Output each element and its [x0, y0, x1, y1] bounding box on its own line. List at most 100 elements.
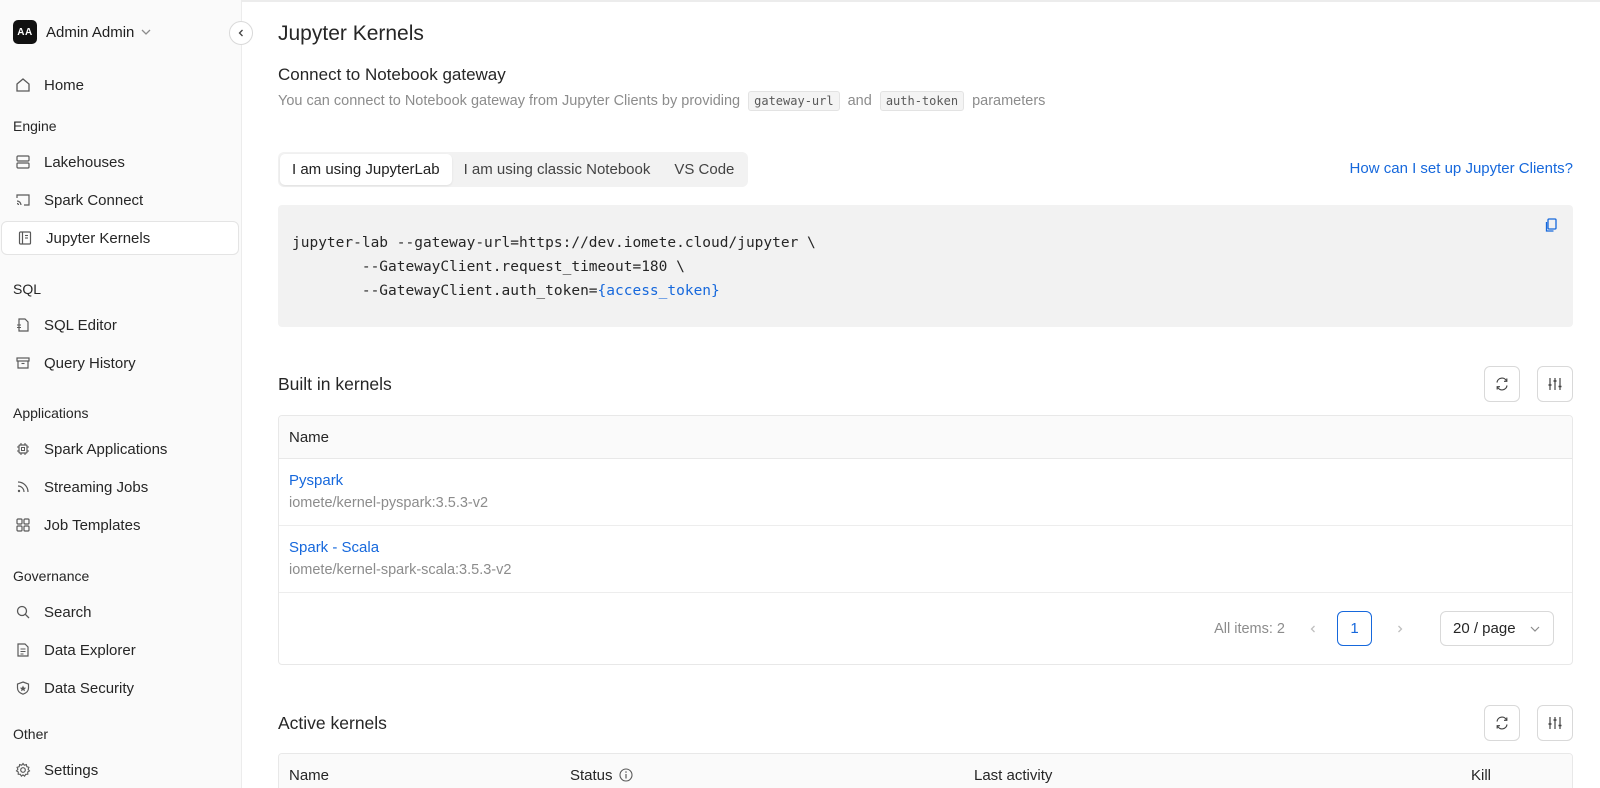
column-header-status: Status: [560, 767, 964, 784]
page-size-value: 20 / page: [1453, 620, 1516, 637]
sidebar-item-label: Jupyter Kernels: [46, 229, 151, 247]
document-icon: [14, 641, 32, 659]
sidebar-item-spark-applications[interactable]: Spark Applications: [0, 432, 238, 466]
column-header-last-activity: Last activity: [974, 766, 1053, 784]
section-engine: Engine: [13, 118, 57, 134]
sidebar-item-data-explorer[interactable]: Data Explorer: [0, 633, 238, 667]
sidebar-item-settings[interactable]: Settings: [0, 753, 238, 787]
active-kernels-table: Name Status Last activity Kill: [278, 753, 1573, 788]
sidebar-item-query-history[interactable]: Query History: [0, 346, 238, 380]
collapse-sidebar-button[interactable]: [229, 21, 253, 45]
grid-icon: [14, 516, 32, 534]
server-icon: [14, 153, 32, 171]
sidebar-item-sql-editor[interactable]: SQL Editor: [0, 308, 238, 342]
refresh-button[interactable]: [1484, 705, 1520, 741]
table-header: Name Status Last activity Kill: [279, 754, 1572, 788]
sidebar-item-lakehouses[interactable]: Lakehouses: [0, 145, 238, 179]
section-other: Other: [13, 726, 49, 742]
sidebar-item-label: Spark Connect: [44, 191, 144, 209]
total-items: All items: 2: [1214, 620, 1285, 637]
chevron-down-icon: [1530, 626, 1540, 632]
kernel-image: iomete/kernel-spark-scala:3.5.3-v2: [289, 562, 512, 578]
code-snippet: jupyter-lab --gateway-url=https://dev.io…: [278, 205, 1573, 327]
kernel-name-link[interactable]: Pyspark: [289, 470, 1572, 492]
built-in-kernels-title: Built in kernels: [278, 374, 392, 394]
prev-page-button[interactable]: [1297, 613, 1329, 645]
notebook-icon: [16, 229, 34, 247]
shield-icon: [14, 679, 32, 697]
sidebar-item-label: Job Templates: [44, 516, 141, 534]
cast-icon: [14, 191, 32, 209]
gear-icon: [14, 761, 32, 779]
sidebar-item-streaming-jobs[interactable]: Streaming Jobs: [0, 470, 238, 504]
gateway-description: You can connect to Notebook gateway from…: [278, 91, 1045, 111]
table-row: Pyspark iomete/kernel-pyspark:3.5.3-v2: [279, 459, 1572, 526]
code-line: jupyter-lab --gateway-url=https://dev.io…: [292, 235, 816, 251]
sidebar-item-label: Spark Applications: [44, 440, 168, 458]
client-tabs: I am using JupyterLab I am using classic…: [278, 152, 749, 187]
chevron-right-icon: [1398, 625, 1403, 632]
active-kernels-title: Active kernels: [278, 713, 387, 733]
column-header-kill: Kill: [1471, 766, 1492, 784]
refresh-icon: [1496, 716, 1508, 730]
sidebar-item-home[interactable]: Home: [0, 68, 238, 102]
sliders-icon: [1548, 717, 1562, 729]
page-number-button[interactable]: 1: [1337, 611, 1372, 646]
section-applications: Applications: [13, 405, 89, 421]
sidebar: AA Admin Admin Home Engine Lakehouses Sp…: [0, 0, 242, 788]
user-menu[interactable]: AA Admin Admin: [13, 20, 152, 44]
column-settings-button[interactable]: [1537, 366, 1573, 402]
code-line: --GatewayClient.auth_token=: [292, 283, 598, 299]
desc-and: and: [847, 93, 872, 109]
tab-jupyterlab[interactable]: I am using JupyterLab: [280, 154, 452, 185]
sidebar-item-label: Query History: [44, 354, 136, 372]
built-in-kernels-table: Name Pyspark iomete/kernel-pyspark:3.5.3…: [278, 415, 1573, 665]
top-divider: [242, 0, 1600, 2]
column-settings-button[interactable]: [1537, 705, 1573, 741]
rss-icon: [14, 478, 32, 496]
desc-prefix: You can connect to Notebook gateway from…: [278, 93, 741, 109]
sidebar-item-label: Data Security: [44, 679, 135, 697]
sidebar-item-label: Data Explorer: [44, 641, 136, 659]
search-icon: [14, 603, 32, 621]
sidebar-item-jupyter-kernels[interactable]: Jupyter Kernels: [1, 221, 239, 255]
tab-classic-notebook[interactable]: I am using classic Notebook: [452, 154, 663, 185]
avatar: AA: [13, 20, 37, 44]
sidebar-item-spark-connect[interactable]: Spark Connect: [0, 183, 238, 217]
kernel-image: iomete/kernel-pyspark:3.5.3-v2: [289, 495, 489, 511]
chevron-down-icon: [141, 29, 151, 35]
sliders-icon: [1548, 378, 1562, 390]
sidebar-item-label: Lakehouses: [44, 153, 125, 171]
sidebar-item-label: Settings: [44, 761, 99, 779]
file-code-icon: [14, 316, 32, 334]
sidebar-item-label: Search: [44, 603, 92, 621]
refresh-button[interactable]: [1484, 366, 1520, 402]
sidebar-item-label: SQL Editor: [44, 316, 117, 334]
kernel-name-link[interactable]: Spark - Scala: [289, 537, 1572, 559]
page-size-select[interactable]: 20 / page: [1440, 611, 1554, 646]
desc-suffix: parameters: [972, 93, 1046, 109]
gateway-url-chip: gateway-url: [748, 91, 840, 111]
next-page-button[interactable]: [1384, 613, 1416, 645]
copy-icon[interactable]: [1543, 217, 1559, 233]
section-sql: SQL: [13, 281, 42, 297]
sidebar-item-job-templates[interactable]: Job Templates: [0, 508, 238, 542]
section-subtitle: Connect to Notebook gateway: [278, 65, 506, 84]
chevron-left-icon: [238, 29, 243, 37]
sidebar-item-search[interactable]: Search: [0, 595, 238, 629]
chip-icon: [14, 440, 32, 458]
info-icon[interactable]: [618, 768, 633, 782]
column-header-name: Name: [289, 766, 330, 784]
refresh-icon: [1496, 377, 1508, 391]
auth-token-chip: auth-token: [879, 91, 965, 111]
help-link[interactable]: How can I set up Jupyter Clients?: [1350, 160, 1573, 177]
user-name: Admin Admin: [46, 23, 135, 41]
sidebar-item-label: Home: [44, 76, 85, 94]
page-title: Jupyter Kernels: [278, 22, 424, 45]
code-line: --GatewayClient.request_timeout=180 \: [292, 259, 685, 275]
sidebar-item-label: Streaming Jobs: [44, 478, 149, 496]
table-row: Spark - Scala iomete/kernel-spark-scala:…: [279, 526, 1572, 593]
sidebar-item-data-security[interactable]: Data Security: [0, 671, 238, 705]
tab-vs-code[interactable]: VS Code: [662, 154, 746, 185]
pagination: All items: 2 1 20 / page: [279, 593, 1572, 664]
